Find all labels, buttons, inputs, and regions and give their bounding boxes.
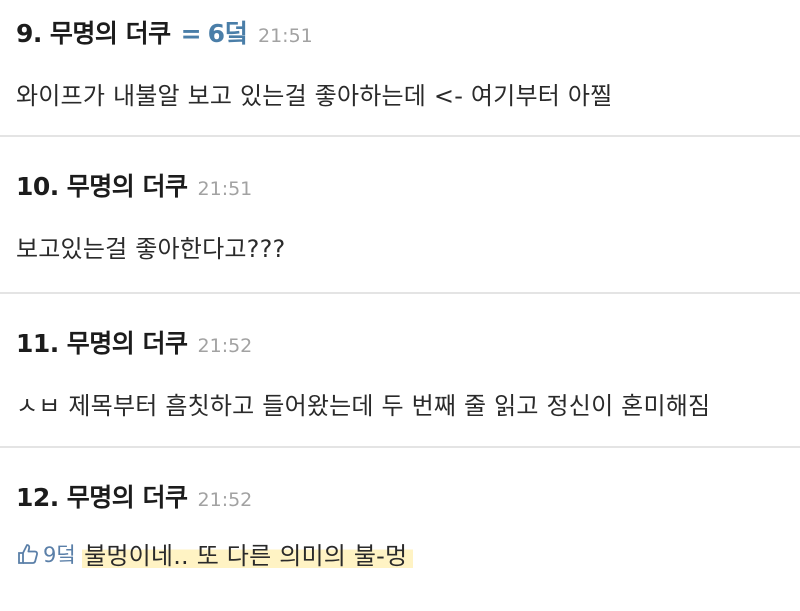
comment-header: 10. 무명의 더쿠 21:51 bbox=[16, 167, 790, 203]
comment-timestamp: 21:52 bbox=[197, 335, 253, 357]
comment-timestamp: 21:52 bbox=[197, 489, 253, 511]
comment-number: 9. bbox=[16, 19, 42, 48]
comment-author[interactable]: 무명의 더쿠 bbox=[67, 167, 188, 203]
comment-text: 보고있는걸 좋아한다고??? bbox=[16, 235, 286, 263]
comment-header: 12. 무명의 더쿠 21:52 bbox=[16, 478, 790, 514]
comment-item: 11. 무명의 더쿠 21:52 ㅅㅂ 제목부터 흠칫하고 들어왔는데 두 번째… bbox=[0, 294, 800, 448]
comment-author[interactable]: 무명의 더쿠 bbox=[67, 324, 188, 360]
comment-number: 11. bbox=[16, 329, 59, 358]
thumb-up-icon bbox=[16, 541, 42, 567]
reply-reference-label: 9덬 bbox=[43, 542, 77, 567]
comment-header: 9. 무명의 더쿠 = 6덬 21:51 bbox=[16, 14, 790, 50]
comment-header: 11. 무명의 더쿠 21:52 bbox=[16, 324, 790, 360]
comment-number: 12. bbox=[16, 483, 59, 512]
award-link[interactable]: 6덬 bbox=[208, 14, 248, 50]
comment-text: 와이프가 내불알 보고 있는걸 좋아하는데 <- 여기부터 아찔 bbox=[16, 82, 613, 110]
award-prefix: = bbox=[180, 19, 202, 48]
comment-author[interactable]: 무명의 더쿠 bbox=[50, 14, 171, 50]
comment-body-row: 9덬 불멍이네.. 또 다른 의미의 불-멍 bbox=[16, 536, 790, 571]
comment-timestamp: 21:51 bbox=[197, 178, 253, 200]
reply-reference[interactable]: 9덬 bbox=[16, 539, 76, 569]
comment-author[interactable]: 무명의 더쿠 bbox=[67, 478, 188, 514]
comment-timestamp: 21:51 bbox=[257, 25, 313, 47]
comment-text: ㅅㅂ 제목부터 흠칫하고 들어왔는데 두 번째 줄 읽고 정신이 혼미해짐 bbox=[16, 392, 711, 420]
comment-item: 10. 무명의 더쿠 21:51 보고있는걸 좋아한다고??? bbox=[0, 137, 800, 294]
comment-item: 9. 무명의 더쿠 = 6덬 21:51 와이프가 내불알 보고 있는걸 좋아하… bbox=[0, 0, 800, 137]
comment-thread: 9. 무명의 더쿠 = 6덬 21:51 와이프가 내불알 보고 있는걸 좋아하… bbox=[0, 0, 800, 611]
comment-text: 불멍이네.. 또 다른 의미의 불-멍 bbox=[82, 536, 414, 571]
comment-number: 10. bbox=[16, 172, 59, 201]
comment-item: 12. 무명의 더쿠 21:52 9덬 불멍이네.. 또 다른 의미의 불-멍 bbox=[0, 448, 800, 609]
